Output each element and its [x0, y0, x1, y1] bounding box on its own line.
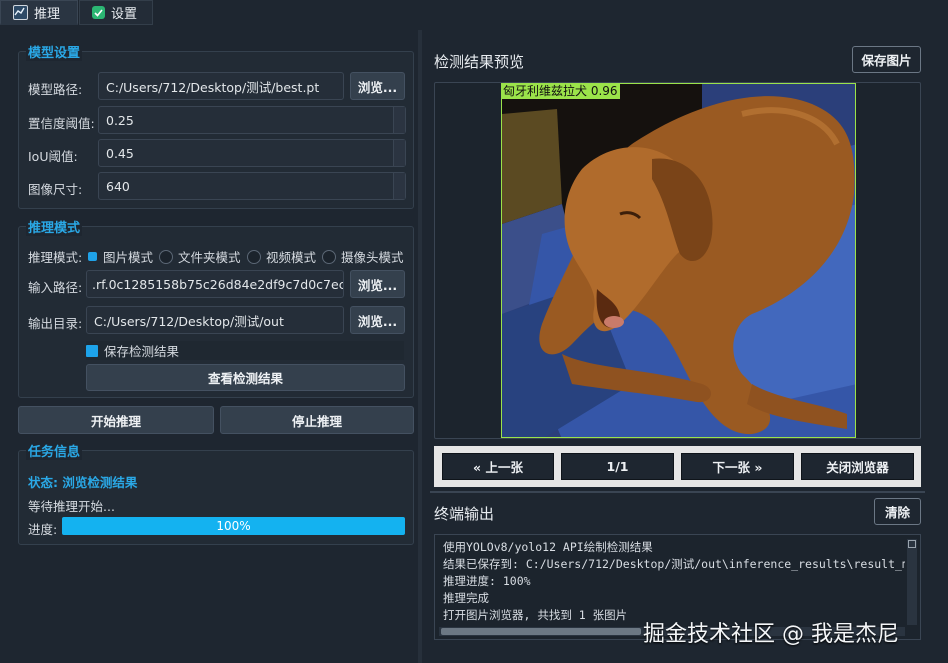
radio-video-mode[interactable]: 视频模式 — [247, 247, 316, 266]
save-results-check-indicator — [86, 344, 98, 357]
mode-label: 推理模式: — [28, 250, 83, 265]
imgsize-value: 640 — [106, 178, 130, 194]
input-path-input[interactable]: .rf.0c1285158b75c26d84e2df9c7d0c7ec8.jpg — [86, 270, 344, 298]
tab-settings-label: 设置 — [111, 7, 138, 22]
radio-folder-mode-indicator — [159, 249, 173, 264]
confidence-spinbox[interactable]: 0.25 — [98, 106, 406, 134]
model-browse-button[interactable]: 浏览... — [350, 72, 405, 100]
radio-image-mode-label: 图片模式 — [103, 250, 154, 265]
radio-folder-mode-label: 文件夹模式 — [178, 250, 241, 265]
imgsize-label: 图像尺寸: — [28, 182, 83, 197]
next-image-button[interactable]: 下一张 » — [681, 453, 794, 480]
progress-text: 100% — [216, 519, 251, 533]
dog-photo-image — [502, 84, 855, 437]
output-dir-label: 输出目录: — [28, 316, 83, 331]
watermark-text: 掘金技术社区 @ 我是杰尼 — [643, 622, 899, 647]
start-inference-button[interactable]: 开始推理 — [18, 406, 214, 434]
iou-spinbox[interactable]: 0.45 — [98, 139, 406, 167]
save-results-checkbox[interactable]: 保存检测结果 — [86, 341, 404, 360]
radio-folder-mode[interactable]: 文件夹模式 — [159, 247, 241, 266]
terminal-line: 结果已保存到: C:/Users/712/Desktop/测试/out\infe… — [443, 557, 905, 571]
iou-stepper[interactable] — [393, 140, 405, 166]
imgsize-stepper[interactable] — [393, 173, 405, 199]
preview-title: 检测结果预览 — [434, 53, 525, 71]
splitter[interactable] — [418, 30, 422, 663]
radio-camera-mode[interactable]: 摄像头模式 — [322, 247, 404, 266]
radio-camera-mode-indicator — [322, 249, 336, 264]
view-results-button[interactable]: 查看检测结果 — [86, 364, 405, 391]
stop-inference-button[interactable]: 停止推理 — [220, 406, 414, 434]
radio-image-mode-indicator — [88, 252, 97, 261]
status-message: 等待推理开始... — [28, 499, 115, 514]
scroll-up-icon[interactable] — [908, 540, 916, 548]
input-path-label: 输入路径: — [28, 280, 83, 295]
confidence-value: 0.25 — [106, 112, 134, 128]
terminal-lines: 使用YOLOv8/yolo12 API绘制检测结果 结果已保存到: C:/Use… — [443, 539, 905, 624]
status-text: 状态: 浏览检测结果 — [28, 475, 138, 490]
model-settings-title: 模型设置 — [26, 42, 83, 61]
hscroll-thumb[interactable] — [441, 628, 641, 635]
terminal-vscrollbar[interactable] — [907, 539, 917, 625]
close-browser-button[interactable]: 关闭浏览器 — [801, 453, 914, 480]
terminal-line: 推理进度: 100% — [443, 574, 531, 588]
checkbox-icon — [92, 6, 105, 19]
confidence-label: 置信度阈值: — [28, 116, 95, 131]
terminal-line: 使用YOLOv8/yolo12 API绘制检测结果 — [443, 540, 653, 554]
output-dir-input[interactable]: C:/Users/712/Desktop/测试/out — [86, 306, 344, 334]
tab-inference[interactable]: 推理 — [0, 0, 78, 25]
model-path-input[interactable]: C:/Users/712/Desktop/测试/best.pt — [98, 72, 344, 100]
iou-label: IoU阈值: — [28, 149, 78, 164]
save-results-label: 保存检测结果 — [104, 344, 180, 359]
terminal-line: 推理完成 — [443, 591, 489, 605]
radio-camera-mode-label: 摄像头模式 — [341, 250, 404, 265]
prev-image-button[interactable]: « 上一张 — [442, 453, 554, 480]
radio-video-mode-label: 视频模式 — [266, 250, 317, 265]
confidence-stepper[interactable] — [393, 107, 405, 133]
image-counter: 1/1 — [561, 453, 674, 480]
model-path-label: 模型路径: — [28, 82, 83, 97]
clear-terminal-button[interactable]: 清除 — [874, 498, 921, 525]
terminal-title: 终端输出 — [434, 505, 495, 523]
output-browse-button[interactable]: 浏览... — [350, 306, 405, 334]
input-browse-button[interactable]: 浏览... — [350, 270, 405, 298]
task-info-title: 任务信息 — [26, 441, 83, 460]
progress-label: 进度: — [28, 522, 58, 537]
chart-line-icon — [13, 4, 28, 20]
infer-mode-title: 推理模式 — [26, 217, 83, 236]
radio-image-mode[interactable]: 图片模式 — [87, 247, 153, 266]
save-image-button[interactable]: 保存图片 — [852, 46, 921, 73]
tab-settings[interactable]: 设置 — [79, 0, 153, 25]
detection-label: 匈牙利维兹拉犬 0.96 — [501, 83, 620, 99]
detection-image — [501, 83, 856, 438]
radio-video-mode-indicator — [247, 249, 261, 264]
imgsize-spinbox[interactable]: 640 — [98, 172, 406, 200]
iou-value: 0.45 — [106, 145, 134, 161]
progress-bar: 100% — [62, 517, 405, 535]
tab-inference-label: 推理 — [34, 6, 61, 22]
terminal-separator — [430, 491, 925, 493]
